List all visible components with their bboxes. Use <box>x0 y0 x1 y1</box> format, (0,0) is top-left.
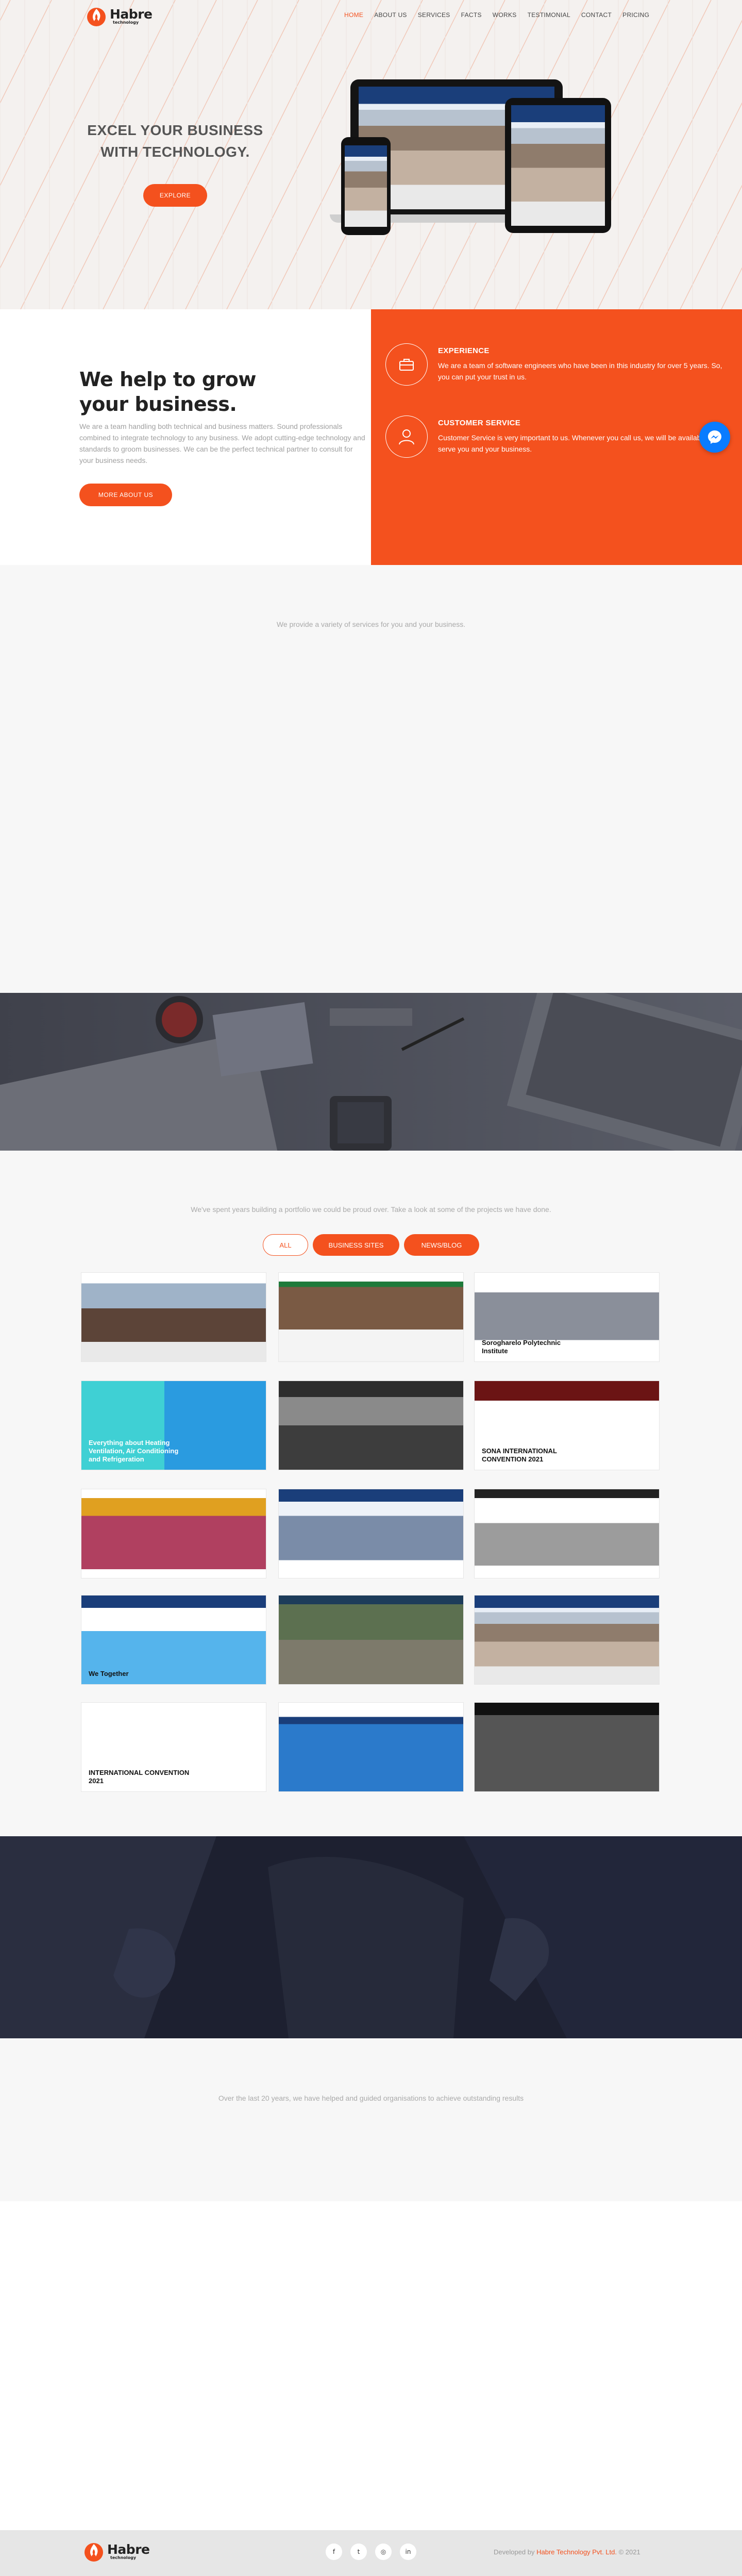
facebook-icon[interactable]: f <box>326 2544 342 2560</box>
instagram-icon[interactable]: ◎ <box>375 2544 392 2560</box>
nav-item-services[interactable]: SERVICES <box>418 11 450 19</box>
services-section <box>0 565 742 993</box>
logo-subtitle: technology <box>110 2555 137 2560</box>
briefcase-icon <box>385 343 428 386</box>
workspace-banner-image <box>0 993 742 1151</box>
about-title: We help to grow your business. <box>79 368 257 416</box>
banner-illustration <box>0 1836 742 2038</box>
logo-wordmark: Habre <box>107 2541 150 2557</box>
logo-flame-icon <box>87 8 106 26</box>
experience-description: We are a team of software engineers who … <box>438 361 722 381</box>
filter-news-blog-button[interactable]: NEWS/BLOG <box>404 1234 479 1256</box>
hero-title: EXCEL YOUR BUSINESS WITH TECHNOLOGY. <box>87 122 263 160</box>
portfolio-item-caption: SONA INTERNATIONAL CONVENTION 2021 <box>482 1447 557 1463</box>
footer-brand-logo[interactable]: Habre technology <box>82 2539 165 2563</box>
navbar: Habre technology HOME ABOUT US SERVICES FAC… <box>0 0 742 32</box>
logo-subtitle: technology <box>113 20 139 25</box>
nav-item-contact[interactable]: CONTACT <box>581 11 612 19</box>
portfolio-item[interactable] <box>474 1595 660 1685</box>
portfolio-item[interactable]: SONA INTERNATIONAL CONVENTION 2021 <box>474 1381 660 1470</box>
portfolio-item[interactable]: Everything about Heating Ventilation, Ai… <box>81 1381 266 1470</box>
portfolio-item-caption: We Together <box>89 1670 129 1677</box>
portfolio-item[interactable] <box>81 1272 266 1362</box>
explore-button[interactable]: EXPLORE <box>143 184 207 207</box>
portfolio-item-caption: INTERNATIONAL CONVENTION 2021 <box>89 1769 190 1785</box>
portfolio-item[interactable] <box>278 1381 464 1470</box>
portfolio-item[interactable] <box>81 1489 266 1578</box>
portfolio-item[interactable]: Sorogharelo Polytechnic Institute <box>474 1272 660 1362</box>
portfolio-item[interactable]: We Together <box>81 1595 266 1685</box>
about-description: We are a team handling both technical an… <box>79 422 365 464</box>
portfolio-item[interactable] <box>278 1595 464 1685</box>
customer-service-title: CUSTOMER SERVICE <box>438 419 521 427</box>
portfolio-item[interactable] <box>278 1702 464 1792</box>
filter-all-button[interactable]: ALL <box>263 1234 308 1256</box>
copyright-brand-link[interactable]: Habre Technology Pvt. Ltd. <box>536 2548 617 2556</box>
nav-item-facts[interactable]: FACTS <box>461 11 482 19</box>
portfolio-item[interactable]: INTERNATIONAL CONVENTION 2021 <box>81 1702 266 1792</box>
messenger-icon <box>708 430 721 444</box>
nav-item-home[interactable]: HOME <box>344 11 363 19</box>
services-subtitle: We provide a variety of services for you… <box>276 620 466 628</box>
banner-illustration <box>0 993 742 1151</box>
portfolio-item[interactable] <box>474 1702 660 1792</box>
logo-flame-icon <box>85 2543 103 2562</box>
portfolio-item-caption: Everything about Heating Ventilation, Ai… <box>89 1439 179 1463</box>
brand-logo[interactable]: Habre technology <box>85 4 167 28</box>
customer-service-description: Customer Service is very important to us… <box>438 434 715 453</box>
portfolio-item[interactable] <box>278 1489 464 1578</box>
portfolio-item-caption: Sorogharelo Polytechnic Institute <box>482 1339 561 1355</box>
facts-section <box>0 2038 742 2201</box>
copyright-text: Developed by Habre Technology Pvt. Ltd. … <box>494 2548 640 2556</box>
tablet-screen-image <box>511 105 605 226</box>
twitter-icon[interactable]: t <box>350 2544 367 2560</box>
more-about-button[interactable]: MORE ABOUT US <box>79 484 172 506</box>
user-icon <box>385 416 428 458</box>
facts-subtitle: Over the last 20 years, we have helped a… <box>218 2094 524 2102</box>
portfolio-subtitle: We've spent years building a portfolio w… <box>191 1205 551 1214</box>
filter-business-sites-button[interactable]: BUSINESS SITES <box>313 1234 399 1256</box>
messenger-chat-button[interactable] <box>699 422 730 453</box>
social-links: f t ◎ in <box>326 2544 416 2560</box>
main-nav: HOME ABOUT US SERVICES FACTS WORKS TESTIMONIA… <box>344 11 649 19</box>
portfolio-item[interactable] <box>474 1489 660 1578</box>
keyboard-banner-image <box>0 1836 742 2038</box>
nav-item-about-us[interactable]: ABOUT US <box>374 11 407 19</box>
experience-title: EXPERIENCE <box>438 346 490 355</box>
phone-screen-image <box>345 145 387 227</box>
nav-item-works[interactable]: WORKS <box>493 11 517 19</box>
logo-wordmark: Habre <box>110 6 153 22</box>
nav-item-testimonial[interactable]: TESTIMONIAL <box>528 11 570 19</box>
linkedin-icon[interactable]: in <box>400 2544 416 2560</box>
nav-item-pricing[interactable]: PRICING <box>622 11 649 19</box>
portfolio-item[interactable] <box>278 1272 464 1362</box>
